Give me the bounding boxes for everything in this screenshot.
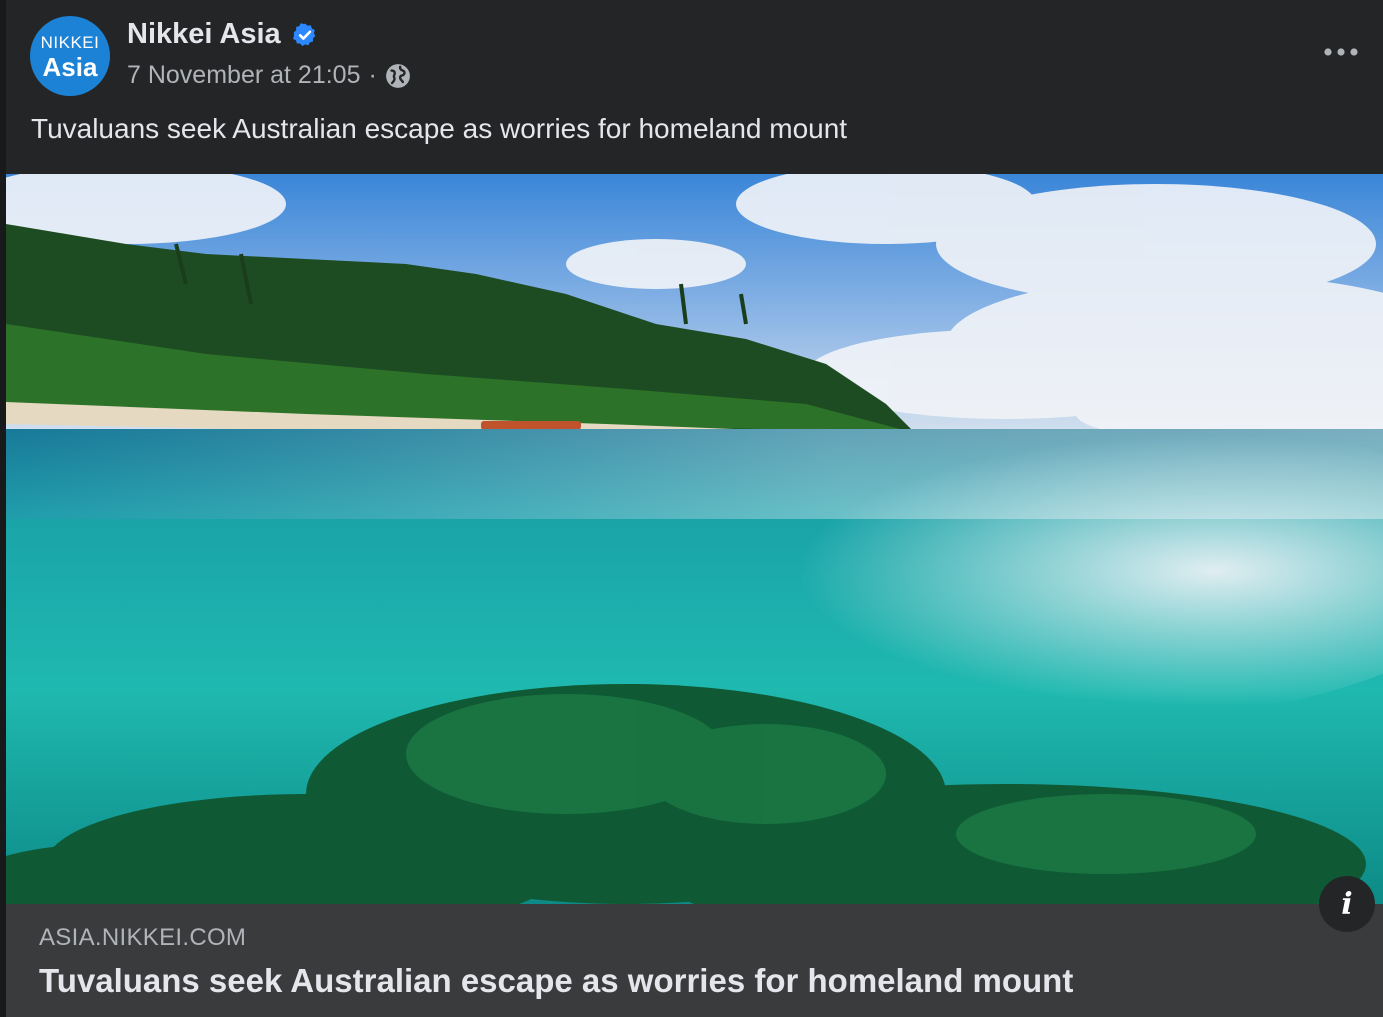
avatar-text-top: NIKKEI xyxy=(40,33,100,52)
avatar-text-bottom: Asia xyxy=(42,52,98,82)
post-text: Tuvaluans seek Australian escape as worr… xyxy=(31,113,848,144)
post-card: NIKKEI Asia Nikkei Asia 7 November at 21… xyxy=(6,0,1383,1017)
info-icon: i xyxy=(1341,886,1353,922)
link-domain: ASIA.NIKKEI.COM xyxy=(39,924,247,951)
post-meta: 7 November at 21:05 · xyxy=(127,61,411,90)
page-name-link[interactable]: Nikkei Asia xyxy=(127,18,281,51)
meta-separator: · xyxy=(368,61,377,89)
more-options-icon xyxy=(1324,48,1358,56)
info-button[interactable]: i xyxy=(1319,876,1375,932)
post-timestamp[interactable]: 7 November at 21:05 xyxy=(127,61,360,90)
island-underwater-photo xyxy=(6,174,1383,904)
verified-badge-icon xyxy=(293,23,316,46)
page-avatar[interactable]: NIKKEI Asia xyxy=(30,16,110,96)
link-preview-image[interactable] xyxy=(6,174,1383,904)
link-preview-footer[interactable]: ASIA.NIKKEI.COM Tuvaluans seek Australia… xyxy=(6,904,1383,1017)
more-options-button[interactable] xyxy=(1321,38,1361,66)
globe-icon[interactable] xyxy=(385,63,411,89)
link-headline: Tuvaluans seek Australian escape as worr… xyxy=(39,962,1074,999)
